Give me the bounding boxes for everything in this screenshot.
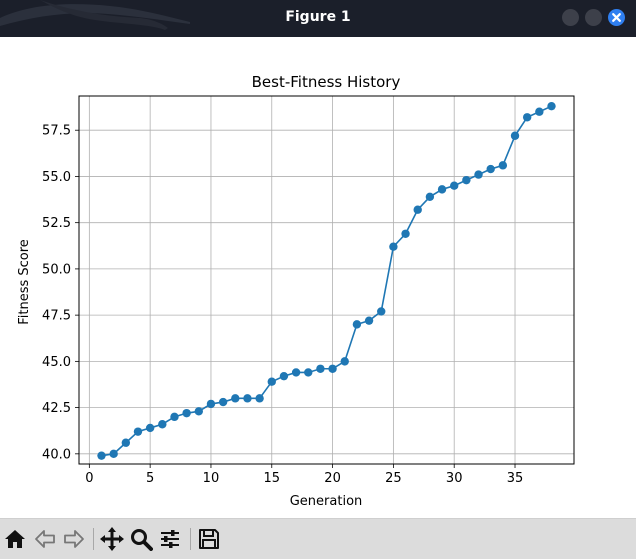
data-point <box>364 316 374 325</box>
data-point <box>328 364 337 373</box>
back-button[interactable] <box>31 525 59 553</box>
grid-lines <box>79 96 574 464</box>
y-tick-label: 52.5 <box>42 216 71 231</box>
data-point <box>474 170 483 179</box>
data-point <box>377 307 386 316</box>
data-point <box>133 427 143 436</box>
data-point <box>450 181 459 190</box>
axis-ticks: 0 5 10 15 20 25 30 35 40.0 42.5 45.0 47.5 50.0 52.5 55… <box>42 124 523 486</box>
window-titlebar: Figure 1 <box>0 0 636 37</box>
data-point <box>462 175 471 185</box>
chart-title: Best-Fitness History <box>252 73 401 91</box>
series-best-fitness <box>97 101 556 460</box>
save-button[interactable] <box>195 525 223 553</box>
x-tick-label: 10 <box>203 471 220 486</box>
data-point <box>316 364 325 373</box>
pan-icon <box>100 527 124 551</box>
y-tick-label: 42.5 <box>42 401 71 416</box>
y-tick-label: 45.0 <box>42 355 71 370</box>
maximize-button[interactable] <box>585 9 602 26</box>
data-point <box>255 394 264 403</box>
axes-frame <box>78 95 575 465</box>
x-tick-label: 5 <box>146 471 154 486</box>
forward-icon <box>64 530 84 548</box>
y-tick-label: 40.0 <box>42 447 71 462</box>
data-point <box>535 107 544 116</box>
data-point <box>413 205 422 214</box>
data-point <box>170 412 179 422</box>
y-tick-label: 50.0 <box>42 262 71 277</box>
data-point <box>194 407 203 416</box>
zoom-button[interactable] <box>127 525 155 553</box>
save-icon <box>199 529 219 549</box>
window-title: Figure 1 <box>285 9 351 25</box>
data-point <box>291 368 301 377</box>
data-point <box>109 449 118 459</box>
home-icon <box>5 530 25 548</box>
data-point <box>401 229 410 238</box>
y-tick-label: 55.0 <box>42 170 71 185</box>
data-point <box>182 408 191 418</box>
forward-button[interactable] <box>60 525 88 553</box>
x-tick-label: 20 <box>324 471 341 486</box>
y-tick-label: 47.5 <box>42 309 71 324</box>
data-point <box>304 368 313 377</box>
pan-button[interactable] <box>98 525 126 553</box>
data-point <box>510 131 520 140</box>
data-point <box>121 438 131 447</box>
data-point <box>389 242 398 251</box>
y-axis-label: Fitness Score <box>17 239 32 325</box>
series-line <box>101 105 552 457</box>
data-point <box>279 371 289 381</box>
data-point <box>547 101 556 111</box>
data-point <box>243 394 252 403</box>
back-icon <box>35 530 55 548</box>
figure-canvas[interactable]: Best-Fitness History Generation Fitness … <box>0 37 636 518</box>
data-point <box>97 451 106 460</box>
x-tick-label: 35 <box>507 471 524 486</box>
data-point <box>145 423 155 433</box>
data-point <box>218 397 228 407</box>
configure-subplots-icon <box>161 530 179 548</box>
data-point <box>425 192 435 201</box>
data-point <box>231 394 240 403</box>
x-tick-label: 15 <box>263 471 280 486</box>
x-tick-label: 0 <box>85 471 93 486</box>
x-tick-label: 30 <box>446 471 463 486</box>
navigation-toolbar <box>0 518 636 559</box>
data-point <box>206 399 216 409</box>
zoom-icon <box>131 529 153 551</box>
close-icon <box>612 13 621 22</box>
close-button[interactable] <box>608 9 625 26</box>
x-tick-label: 25 <box>385 471 402 486</box>
data-point <box>486 164 495 174</box>
toolbar-separator <box>190 528 191 550</box>
data-point <box>522 113 532 122</box>
data-point <box>158 420 167 429</box>
line-chart: Best-Fitness History Generation Fitness … <box>17 73 575 509</box>
y-tick-label: 57.5 <box>42 124 71 139</box>
toolbar-separator <box>93 528 94 550</box>
x-axis-label: Generation <box>290 494 363 509</box>
home-button[interactable] <box>1 525 29 553</box>
configure-subplots-button[interactable] <box>156 525 184 553</box>
data-point <box>352 320 362 329</box>
minimize-button[interactable] <box>562 9 579 26</box>
data-point <box>340 357 349 366</box>
data-point <box>267 377 276 386</box>
data-point <box>498 161 508 170</box>
data-point <box>437 185 447 194</box>
